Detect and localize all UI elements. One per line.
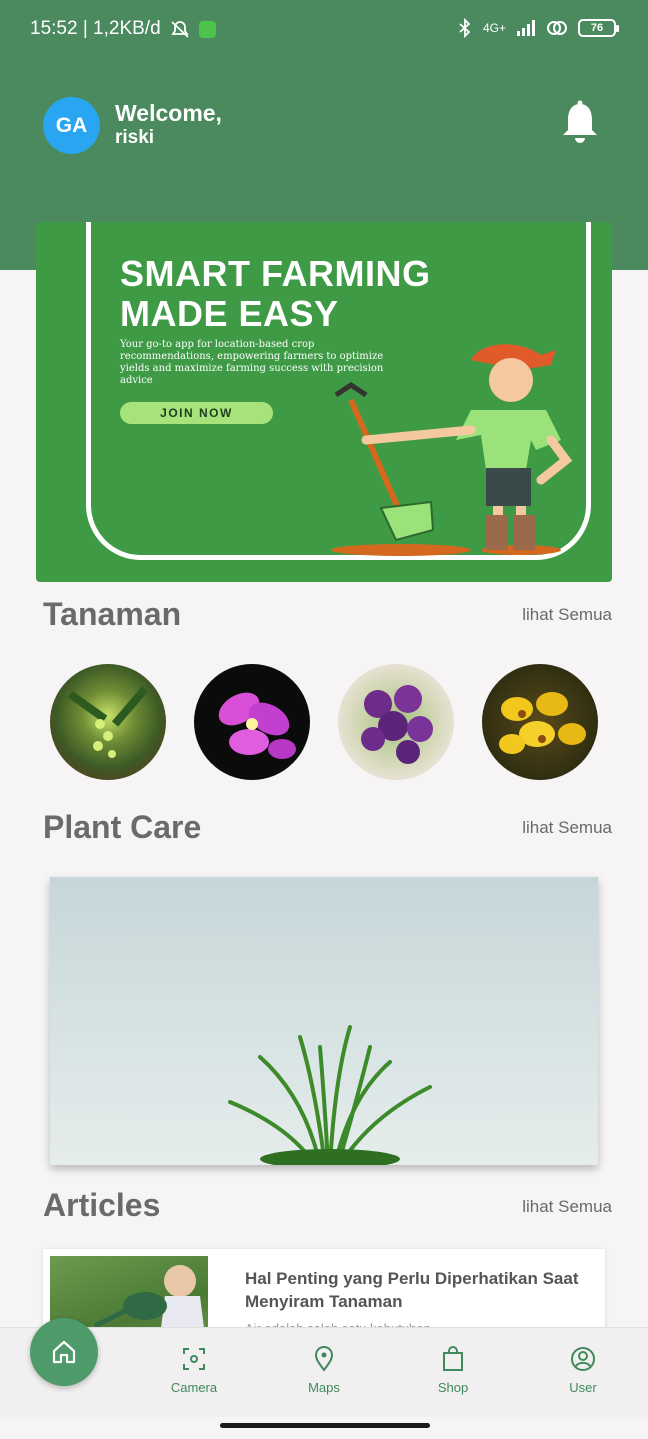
location-pin-icon: [314, 1346, 334, 1372]
farmer-illustration: [331, 344, 573, 556]
plant-pink-orchid[interactable]: [194, 664, 310, 780]
mute-icon: [170, 21, 189, 38]
battery-icon: 76: [578, 19, 619, 37]
app-notification-icon: [198, 20, 216, 38]
avatar[interactable]: GA: [43, 97, 100, 154]
banner-title: SMART FARMING MADE EASY: [120, 253, 431, 334]
status-time: 15:52 | 1,2KB/d: [30, 18, 161, 39]
grass-illustration: [228, 1025, 432, 1165]
plant-care-see-all-link[interactable]: lihat Semua: [522, 818, 612, 838]
nav-camera[interactable]: Camera: [154, 1346, 234, 1395]
plant-green-orchid-image: [67, 686, 149, 758]
bottom-navigation: Camera Maps Shop User: [0, 1327, 648, 1417]
plant-yellow-orchid-image: [499, 692, 586, 754]
articles-title: Articles: [43, 1187, 161, 1223]
user-icon: [571, 1347, 595, 1371]
shopping-bag-icon: [443, 1346, 463, 1371]
plant-purple-orchid[interactable]: [338, 664, 454, 780]
camera-scan-icon: [183, 1348, 205, 1370]
plant-yellow-orchid[interactable]: [482, 664, 598, 780]
plant-care-title: Plant Care: [43, 809, 202, 845]
plant-purple-orchid-image: [361, 685, 433, 764]
network-label: 4G+: [482, 21, 506, 35]
home-button[interactable]: [30, 1318, 98, 1386]
article-title: Hal Penting yang Perlu Diperhatikan Saat…: [245, 1269, 579, 1311]
status-bar: 15:52 | 1,2KB/d 4G+ 76: [0, 0, 648, 62]
home-icon: [52, 1340, 76, 1364]
plant-green-orchid[interactable]: [50, 664, 166, 780]
plant-pink-orchid-image: [218, 692, 296, 759]
hotspot-icon: [547, 21, 567, 35]
plant-care-image[interactable]: [50, 877, 598, 1165]
bluetooth-icon: [459, 18, 471, 38]
join-now-button[interactable]: JOIN NOW: [120, 402, 273, 424]
promo-banner[interactable]: SMART FARMING MADE EASY Your go-to app f…: [36, 222, 612, 582]
welcome-text: Welcome,: [115, 100, 222, 126]
articles-see-all-link[interactable]: lihat Semua: [522, 1197, 612, 1217]
welcome-block: Welcome, riski: [115, 100, 222, 150]
nav-maps[interactable]: Maps: [284, 1346, 364, 1395]
home-indicator[interactable]: [220, 1423, 430, 1428]
tanaman-see-all-link[interactable]: lihat Semua: [522, 605, 612, 625]
signal-icon: [517, 20, 535, 36]
notification-bell-icon[interactable]: [560, 100, 600, 146]
nav-shop[interactable]: Shop: [413, 1346, 493, 1395]
username: riski: [115, 127, 155, 148]
tanaman-title: Tanaman: [43, 596, 182, 632]
nav-user[interactable]: User: [543, 1346, 623, 1395]
